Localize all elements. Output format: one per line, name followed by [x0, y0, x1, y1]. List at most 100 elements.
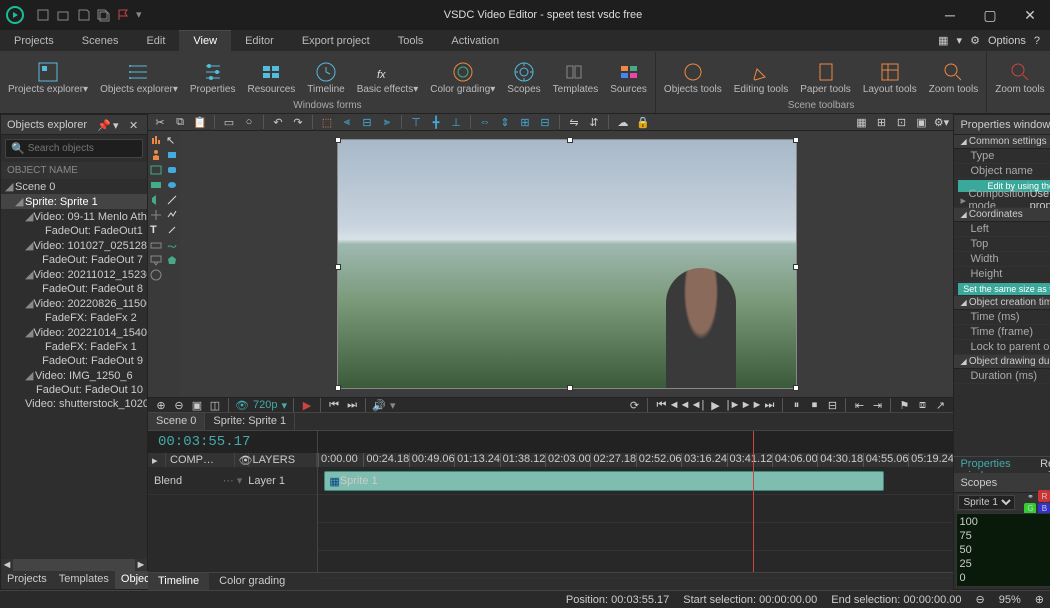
zoom-tools-button[interactable]: Zoom tools [925, 58, 982, 97]
playhead[interactable] [753, 431, 754, 572]
pause-icon[interactable]: ⏸ [789, 398, 803, 412]
split-icon[interactable]: ⊟ [825, 398, 839, 412]
export-frame-icon[interactable]: ↗ [933, 398, 947, 412]
sprite-icon[interactable] [150, 179, 162, 191]
templates-button[interactable]: Templates [549, 58, 603, 97]
timeline-clip[interactable]: ▦ Sprite 1 [324, 471, 883, 491]
tree-node[interactable]: FadeFX: FadeFx 1 [1, 340, 147, 354]
loop-icon[interactable]: ⟳ [627, 398, 641, 412]
text-icon[interactable]: T [150, 224, 162, 236]
timeline-layer-row[interactable]: Blend ⋯ ▾ Layer 1 [148, 467, 317, 495]
object-tree[interactable]: ◢Scene 0◢Sprite: Sprite 1◢Video: 09-11 M… [1, 179, 147, 559]
close-button[interactable]: ✕ [1010, 0, 1050, 30]
fliph-icon[interactable]: ⇋ [566, 114, 582, 130]
rect-icon[interactable]: ▭ [221, 114, 237, 130]
tree-node[interactable]: ◢Video: 20220826_115006_4 [1, 296, 147, 311]
qat-saveall-icon[interactable] [96, 8, 110, 22]
search-field[interactable] [28, 143, 160, 154]
rect-tool-icon[interactable] [166, 149, 178, 161]
circle-icon[interactable]: ○ [241, 114, 257, 130]
status-zoom[interactable]: 95% [999, 594, 1021, 606]
tree-node[interactable]: ◢Video: 20211012_152305_3 [1, 267, 147, 282]
rrect-tool-icon[interactable] [166, 164, 178, 176]
properties-button[interactable]: Properties [186, 58, 240, 97]
zoom-in-icon[interactable]: ⊕ [154, 398, 168, 412]
paper-tools-button[interactable]: Paper tools [796, 58, 855, 97]
timeline-button[interactable]: Timeline [303, 58, 348, 97]
scope-r-button[interactable]: R [1038, 490, 1050, 502]
prev-clip-icon[interactable]: ⏮ [327, 398, 341, 412]
person-icon[interactable] [150, 149, 162, 161]
objects-tools-button[interactable]: Objects tools [660, 58, 726, 97]
goto-start-icon[interactable]: ⏮ [654, 398, 668, 412]
qat-new-icon[interactable] [36, 8, 50, 22]
menu-activation[interactable]: Activation [437, 30, 513, 51]
menu-scenes[interactable]: Scenes [68, 30, 133, 51]
dist-h-icon[interactable]: ⇔ [477, 114, 493, 130]
set-parent-size-button[interactable]: Set the same size as the parent has [958, 283, 1050, 295]
panel-menu-icon[interactable]: ▾ [113, 119, 125, 131]
tl-zoom-tools-button[interactable]: Zoom tools [991, 58, 1048, 97]
bottom-tab-timeline[interactable]: Timeline [148, 573, 209, 590]
qat-open-icon[interactable] [56, 8, 70, 22]
options-label[interactable]: Options [988, 35, 1026, 47]
tree-node[interactable]: FadeOut: FadeOut 10 [1, 383, 147, 397]
layer-name[interactable]: Layer 1 [248, 475, 311, 487]
scene-canvas[interactable] [180, 131, 953, 397]
tree-node[interactable]: ◢Video: 09-11 Menlo Atherton_1 [1, 209, 147, 224]
next-clip-icon[interactable]: ⏭ [345, 398, 359, 412]
scope-source-select[interactable]: Sprite 1 [958, 495, 1015, 510]
search-input[interactable]: 🔍✕ [5, 139, 143, 158]
basic-effects-button[interactable]: fxBasic effects▾ [353, 58, 423, 97]
counter-icon[interactable] [150, 269, 162, 281]
prop-section-coords[interactable]: Coordinates [954, 208, 1050, 222]
editing-tools-button[interactable]: Editing tools [730, 58, 792, 97]
ellipse-tool-icon[interactable] [166, 179, 178, 191]
subtitle-icon[interactable] [150, 239, 162, 251]
flipv-icon[interactable]: ⇵ [586, 114, 602, 130]
panel-close-icon[interactable]: ✕ [129, 119, 141, 131]
tree-node[interactable]: ◢Sprite: Sprite 1 [1, 194, 147, 209]
menu-export[interactable]: Export project [288, 30, 384, 51]
bottom-tab-color-grading[interactable]: Color grading [209, 573, 295, 590]
marker-icon[interactable]: ⚑ [897, 398, 911, 412]
tab-resources-window[interactable]: Resources window [1034, 457, 1050, 472]
chart-icon[interactable] [150, 134, 162, 146]
zoom-out-icon[interactable]: ⊖ [172, 398, 186, 412]
color-grading-button[interactable]: Color grading▾ [426, 58, 499, 97]
scope-link-icon[interactable]: ⚭ [1024, 490, 1036, 502]
tree-node[interactable]: FadeFX: FadeFx 2 [1, 311, 147, 325]
horizontal-scrollbar[interactable]: ◄► [1, 559, 147, 571]
objects-explorer-button[interactable]: Objects explorer▾ [96, 58, 182, 97]
chevron-down-icon[interactable]: ▾ [957, 34, 963, 47]
undo-icon[interactable]: ↶ [270, 114, 286, 130]
in-point-icon[interactable]: ⇤ [852, 398, 866, 412]
blend-mode[interactable]: Blend [154, 475, 217, 487]
zoom-out-status-icon[interactable]: ⊖ [976, 593, 985, 606]
tree-node[interactable]: FadeOut: FadeOut 8 [1, 282, 147, 296]
step-back-icon[interactable]: ◄◄ [672, 398, 686, 412]
out-point-icon[interactable]: ⇥ [870, 398, 884, 412]
pointer-icon[interactable]: ↖ [166, 134, 178, 146]
tab-templates[interactable]: Templates … [53, 571, 115, 589]
freehand-tool-icon[interactable] [166, 239, 178, 251]
shape-tool-icon[interactable] [166, 254, 178, 266]
move-icon[interactable] [150, 209, 162, 221]
tl-hdr-vis-icon[interactable]: 👁 [235, 453, 249, 467]
gear-icon[interactable]: ⚙ [970, 34, 980, 47]
zoom-100-icon[interactable]: ◫ [208, 398, 222, 412]
grid2-icon[interactable]: ⊞ [873, 114, 889, 130]
menu-projects[interactable]: Projects [0, 30, 68, 51]
fit-icon[interactable]: ▣ [913, 114, 929, 130]
qat-flag-icon[interactable] [116, 8, 130, 22]
dist-v-icon[interactable]: ⇕ [497, 114, 513, 130]
volume-icon[interactable]: 🔊 [372, 398, 386, 412]
res-eye-icon[interactable]: 👁 [235, 398, 249, 412]
tab-properties-window[interactable]: Properties window [954, 457, 1034, 472]
prop-section-drawing[interactable]: Object drawing duration [954, 355, 1050, 369]
timeline-tab-sprite[interactable]: Sprite: Sprite 1 [205, 413, 295, 430]
prop-section-creation[interactable]: Object creation time [954, 296, 1050, 310]
frame-back-icon[interactable]: ◄| [690, 398, 704, 412]
polyline-tool-icon[interactable] [166, 209, 178, 221]
goto-end-icon[interactable]: ⏭ [762, 398, 776, 412]
